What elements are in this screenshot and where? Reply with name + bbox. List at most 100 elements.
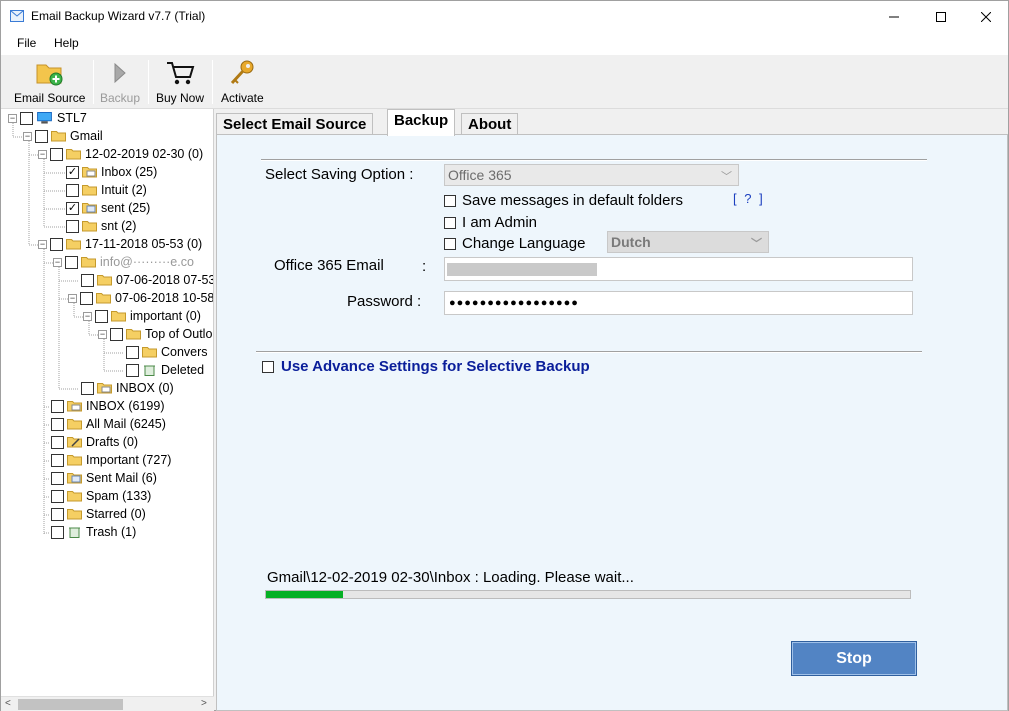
saving-option-select[interactable]: Office 365 ﹀: [444, 164, 739, 186]
collapse-icon[interactable]: −: [68, 293, 77, 303]
folder-icon: [67, 455, 82, 466]
activate-button[interactable]: Activate: [221, 58, 264, 108]
collapse-icon[interactable]: −: [38, 149, 47, 159]
password-input[interactable]: ●●●●●●●●●●●●●●●●●: [444, 291, 913, 315]
tree-checkbox[interactable]: [110, 327, 123, 341]
office365-email-input[interactable]: [444, 257, 913, 281]
tree-node-intuit[interactable]: Intuit (2): [66, 181, 147, 199]
collapse-icon[interactable]: −: [53, 257, 62, 267]
tree-node-spam[interactable]: Spam (133): [51, 487, 151, 505]
scroll-left-icon[interactable]: <: [5, 698, 11, 709]
tree-label: sent (25): [101, 201, 151, 215]
folder-icon: [97, 275, 112, 286]
tree-node-important-727[interactable]: Important (727): [51, 451, 171, 469]
maximize-button[interactable]: [918, 1, 964, 32]
tree-node-subfolder[interactable]: 07-06-2018 07-53: [81, 271, 213, 289]
tree-checkbox[interactable]: [80, 291, 93, 305]
tree-checkbox[interactable]: [81, 381, 94, 395]
tree-checkbox-checked[interactable]: ✓: [66, 201, 79, 215]
tree-checkbox[interactable]: [66, 219, 79, 233]
tree-node-inbox0[interactable]: INBOX (0): [81, 379, 174, 397]
tree-checkbox[interactable]: [51, 453, 64, 467]
tree-node-subfolder[interactable]: − 07-06-2018 10-58: [68, 289, 213, 307]
recycle-bin-icon: [69, 527, 80, 538]
minimize-button[interactable]: [871, 1, 917, 32]
tree-horizontal-scrollbar[interactable]: < >: [1, 696, 214, 711]
tree-node-starred[interactable]: Starred (0): [51, 505, 146, 523]
menu-help[interactable]: Help: [54, 36, 79, 50]
admin-checkbox[interactable]: [444, 216, 456, 229]
email-source-button[interactable]: Email Source: [14, 58, 85, 108]
collapse-icon[interactable]: −: [8, 113, 17, 123]
tree-checkbox[interactable]: [50, 237, 63, 251]
collapse-icon[interactable]: −: [23, 131, 32, 141]
scroll-thumb[interactable]: [18, 699, 123, 710]
tree-checkbox[interactable]: [51, 435, 64, 449]
tab-backup[interactable]: Backup: [387, 109, 456, 136]
tree-checkbox[interactable]: [51, 507, 64, 521]
advance-settings-checkbox[interactable]: [262, 360, 274, 373]
tree-node-inbox-big[interactable]: INBOX (6199): [51, 397, 165, 415]
collapse-icon[interactable]: −: [38, 239, 47, 249]
tree-checkbox[interactable]: [50, 147, 63, 161]
tree-node-top-outlook[interactable]: − Top of Outlo: [98, 325, 212, 343]
collapse-icon[interactable]: −: [98, 329, 107, 339]
tree-node-inbox[interactable]: ✓ Inbox (25): [66, 163, 157, 181]
tree-node-drafts[interactable]: Drafts (0): [51, 433, 138, 451]
save-default-folders-label: Save messages in default folders: [462, 192, 683, 209]
admin-option[interactable]: I am Admin: [444, 214, 537, 231]
tree-node-gmail[interactable]: − Gmail: [23, 127, 103, 145]
folder-icon: [82, 185, 97, 196]
menu-file[interactable]: File: [17, 36, 36, 50]
tree-checkbox[interactable]: [126, 345, 139, 359]
tree-node-snt[interactable]: snt (2): [66, 217, 136, 235]
tab-about[interactable]: About: [461, 113, 519, 135]
tree-checkbox[interactable]: [20, 111, 33, 125]
tree-node-convers[interactable]: Convers: [126, 343, 208, 361]
tree-label: INBOX (6199): [86, 399, 165, 413]
language-select[interactable]: Dutch ﹀: [607, 231, 769, 253]
tree-checkbox[interactable]: [51, 489, 64, 503]
tree-node-important[interactable]: − important (0): [83, 307, 201, 325]
tree-checkbox[interactable]: [95, 309, 108, 323]
change-language-checkbox[interactable]: [444, 237, 456, 250]
tree-node-folder[interactable]: − 12-02-2019 02-30 (0): [38, 145, 203, 163]
tree-label: Deleted: [161, 363, 205, 377]
tree-node-account[interactable]: − info@·········e.co: [53, 253, 194, 271]
tab-select-email-source[interactable]: Select Email Source: [216, 113, 374, 135]
tree-node-folder[interactable]: − 17-11-2018 05-53 (0): [38, 235, 202, 253]
tree-node-all-mail[interactable]: All Mail (6245): [51, 415, 166, 433]
tree-checkbox[interactable]: [66, 183, 79, 197]
tree-checkbox[interactable]: [126, 363, 139, 377]
scroll-right-icon[interactable]: >: [201, 698, 207, 709]
collapse-icon[interactable]: −: [83, 311, 92, 321]
tree-checkbox-checked[interactable]: ✓: [66, 165, 79, 179]
change-language-option[interactable]: Change Language: [444, 235, 585, 252]
tree-checkbox[interactable]: [51, 417, 64, 431]
close-button[interactable]: [963, 1, 1009, 32]
tree-node-deleted[interactable]: Deleted: [126, 361, 204, 379]
help-link[interactable]: [ ? ]: [733, 191, 765, 206]
tree-node-trash[interactable]: Trash (1): [51, 523, 136, 541]
window-title: Email Backup Wizard v7.7 (Trial): [31, 9, 206, 23]
buy-now-button[interactable]: Buy Now: [156, 58, 204, 108]
toolbar-divider: [93, 60, 94, 104]
tree-checkbox[interactable]: [51, 525, 64, 539]
divider: [256, 351, 922, 353]
backup-panel: Select Saving Option : Office 365 ﹀ Save…: [216, 134, 1008, 711]
save-default-folders-option[interactable]: Save messages in default folders: [444, 192, 683, 209]
tree-checkbox[interactable]: [81, 273, 94, 287]
tree-node-sent[interactable]: ✓ sent (25): [66, 199, 150, 217]
backup-button[interactable]: Backup: [100, 58, 140, 108]
advance-settings-option[interactable]: Use Advance Settings for Selective Backu…: [262, 358, 590, 375]
tree-node-sent-mail[interactable]: Sent Mail (6): [51, 469, 157, 487]
tree-checkbox[interactable]: [65, 255, 78, 269]
tree-checkbox[interactable]: [35, 129, 48, 143]
saving-option-label: Select Saving Option :: [265, 166, 414, 183]
tree-node-root[interactable]: − STL7: [8, 109, 87, 127]
tree-checkbox[interactable]: [51, 471, 64, 485]
tree-checkbox[interactable]: [51, 399, 64, 413]
save-default-folders-checkbox[interactable]: [444, 194, 456, 207]
tree-label: Intuit (2): [101, 183, 147, 197]
stop-button[interactable]: Stop: [791, 641, 917, 676]
